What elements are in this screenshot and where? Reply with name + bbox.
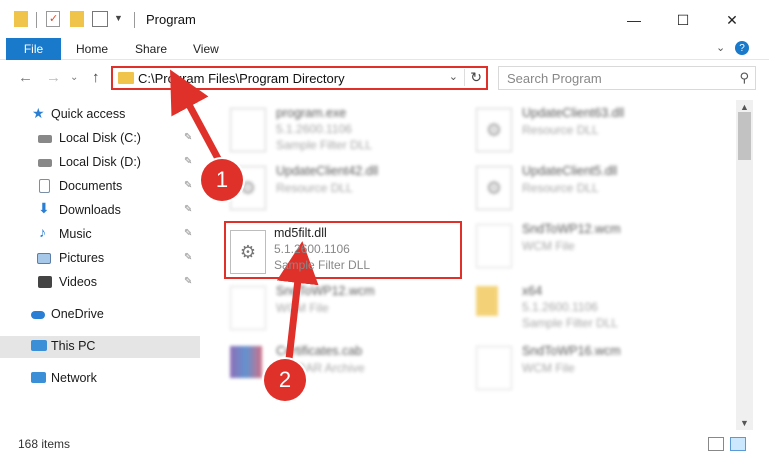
file-type: Sample Filter DLL bbox=[274, 258, 371, 272]
file-explorer-window: ✓ ▼ Program — ☐ ✕ File Home Share View ⌄… bbox=[0, 0, 769, 474]
step-badge-1: 1 bbox=[201, 159, 243, 201]
file-item-md5filt[interactable]: ⚙ md5filt.dll 5.1.2600.1106 Sample Filte… bbox=[230, 226, 480, 280]
step-badge-2: 2 bbox=[264, 359, 306, 401]
gear-file-icon: ⚙ bbox=[230, 230, 266, 274]
file-version: 5.1.2600.1106 bbox=[274, 242, 350, 256]
file-name: md5filt.dll bbox=[274, 226, 327, 240]
arrow-1 bbox=[170, 69, 226, 168]
